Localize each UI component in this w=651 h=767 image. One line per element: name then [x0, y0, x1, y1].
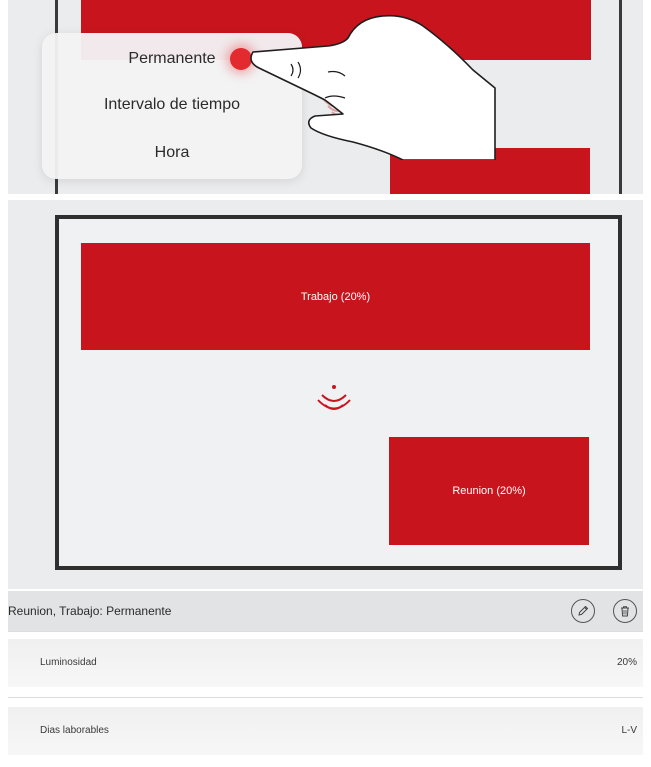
- room-frame-edge-right: [619, 0, 622, 194]
- detail-row-value: 20%: [616, 657, 637, 668]
- edit-button[interactable]: [571, 599, 595, 623]
- hand-tap-icon: [250, 14, 496, 160]
- detail-row-luminosidad: Luminosidad 20%: [8, 639, 643, 687]
- delete-button[interactable]: [613, 599, 637, 623]
- detail-row-label: Dias laborables: [40, 725, 109, 736]
- schedule-header: Reunion, Trabajo: Permanente: [8, 591, 643, 631]
- room-layout-panel: Trabajo (20%) Reunion (20%): [8, 200, 643, 589]
- mode-selection-panel: Permanente Intervalo de tiempo Hora: [8, 0, 643, 194]
- divider: [8, 697, 643, 698]
- detail-row-label: Luminosidad: [40, 657, 97, 668]
- divider: [8, 631, 643, 632]
- detail-row-value: L-V: [621, 725, 637, 736]
- trash-icon: [621, 606, 629, 617]
- schedule-title: Reunion, Trabajo: Permanente: [8, 604, 172, 618]
- zone-trabajo-label: Trabajo (20%): [300, 290, 371, 303]
- zone-reunion[interactable]: Reunion (20%): [389, 437, 589, 545]
- pencil-icon: [578, 605, 589, 616]
- zone-reunion-label: Reunion (20%): [452, 485, 526, 497]
- detail-row-dias-laborables: Dias laborables L-V: [8, 707, 643, 755]
- zone-trabajo[interactable]: Trabajo (20%): [81, 243, 590, 350]
- room-frame: Trabajo (20%) Reunion (20%): [55, 215, 622, 570]
- motion-sensor-icon[interactable]: [314, 383, 354, 417]
